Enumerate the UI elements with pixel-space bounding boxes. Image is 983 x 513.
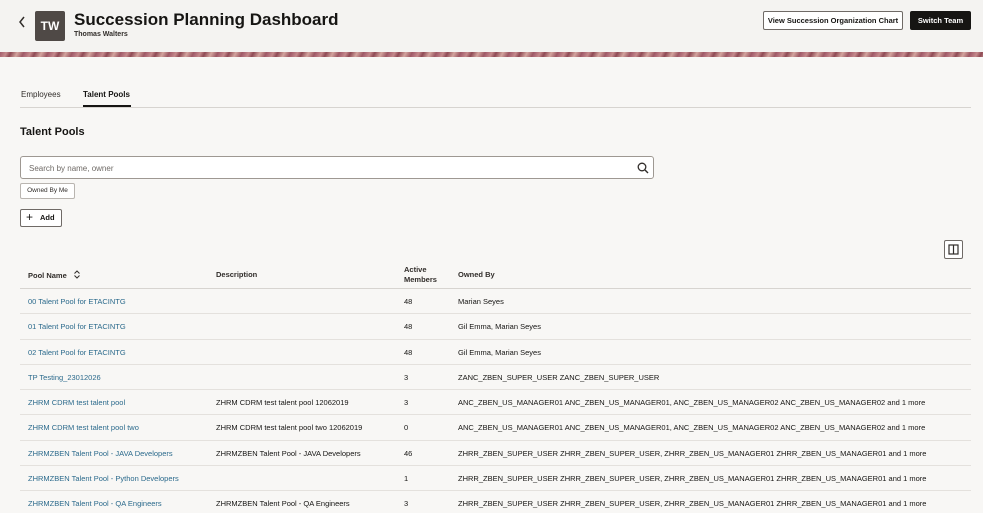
table-header: Pool Name Description Active Members Own… [20,262,971,289]
column-header-owned-by: Owned By [458,270,495,279]
sort-icon[interactable] [73,270,81,279]
column-header-active-members: Active Members [404,265,437,284]
table-row: ZHRM CDRM test talent pool two ZHRM CDRM … [20,415,971,441]
pool-name-link[interactable]: ZHRMZBEN Talent Pool - QA Engineers [28,499,162,509]
owned-by-text: ZHRR_ZBEN_SUPER_USER ZHRR_ZBEN_SUPER_USE… [458,448,927,458]
active-members-count: 1 [404,474,409,484]
active-members-count: 3 [404,372,409,382]
pool-name-link[interactable]: 02 Talent Pool for ETACINTG [28,348,126,358]
column-layout-toggle-button[interactable] [944,240,963,259]
decorative-banner [0,52,983,57]
search-icon[interactable] [636,161,650,175]
back-button[interactable] [15,12,31,30]
table-row: ZHRMZBEN Talent Pool - Python Developers… [20,466,971,492]
owned-by-text: Gil Emma, Marian Seyes [458,322,541,332]
chevron-left-icon [19,16,25,28]
page-header: TW Succession Planning Dashboard Thomas … [0,0,983,52]
pool-description: ZHRM CDRM test talent pool two 12062019 [216,423,363,433]
active-members-count: 48 [404,297,413,306]
search-input[interactable] [29,161,619,175]
table-row: 01 Talent Pool for ETACINTG 48 Gil Emma, M… [20,314,971,340]
active-members-count: 46 [404,448,413,458]
owned-by-me-filter-chip[interactable]: Owned By Me [20,183,75,199]
tab-bar: Employees Talent Pools [20,88,971,108]
view-org-chart-button[interactable]: View Succession Organization Chart [763,11,903,30]
pool-name-link[interactable]: ZHRM CDRM test talent pool two [28,423,139,433]
pool-name-link[interactable]: ZHRMZBEN Talent Pool - Python Developers [28,474,179,484]
active-members-count: 48 [404,347,413,357]
add-button-label: Add [40,213,55,222]
page-subtitle: Thomas Walters [74,31,128,38]
section-title: Talent Pools [20,126,85,138]
table-row: TP Testing_23012026 3 ZANC_ZBEN_SUPER_USER… [20,365,971,391]
table-row: 02 Talent Pool for ETACINTG 48 Gil Emma, M… [20,340,971,365]
switch-team-button[interactable]: Switch Team [910,11,971,30]
add-button[interactable]: + Add [20,209,62,227]
columns-icon [948,244,959,255]
owned-by-text: Gil Emma, Marian Seyes [458,347,541,357]
table-row: 00 Talent Pool for ETACINTG 48 Marian Seye… [20,289,971,315]
owned-by-text: ZHRR_ZBEN_SUPER_USER ZHRR_ZBEN_SUPER_USE… [458,499,927,509]
search-field[interactable] [20,156,654,179]
pool-description: ZHRMZBEN Talent Pool - QA Engineers [216,499,350,509]
owned-by-text: ANC_ZBEN_US_MANAGER01 ANC_ZBEN_US_MANAGE… [458,398,926,408]
owned-by-text: ANC_ZBEN_US_MANAGER01 ANC_ZBEN_US_MANAGE… [458,423,926,433]
pool-name-link[interactable]: 01 Talent Pool for ETACINTG [28,322,126,332]
tab-employees[interactable]: Employees [21,90,61,99]
table-row: ZHRM CDRM test talent pool ZHRM CDRM test… [20,390,971,416]
plus-icon: + [26,210,34,224]
pool-description: ZHRM CDRM test talent pool 12062019 [216,398,349,408]
avatar: TW [35,11,65,41]
active-members-count: 3 [404,499,409,509]
pool-name-link[interactable]: 00 Talent Pool for ETACINTG [28,297,126,307]
pool-name-link[interactable]: TP Testing_23012026 [28,373,101,383]
column-header-pool-name[interactable]: Pool Name [28,270,81,281]
owned-by-text: ZHRR_ZBEN_SUPER_USER ZHRR_ZBEN_SUPER_USE… [458,474,927,484]
owned-by-text: Marian Seyes [458,297,504,306]
table-row: ZHRMZBEN Talent Pool - QA Engineers ZHRMZ… [20,491,971,513]
page-title: Succession Planning Dashboard [74,10,339,29]
table-row: ZHRMZBEN Talent Pool - JAVA Developers ZH… [20,441,971,467]
active-tab-indicator [83,105,131,107]
active-members-count: 3 [404,398,409,408]
pool-description: ZHRMZBEN Talent Pool - JAVA Developers [216,448,361,458]
owned-by-text: ZANC_ZBEN_SUPER_USER ZANC_ZBEN_SUPER_USE… [458,372,660,382]
tab-talent-pools[interactable]: Talent Pools [83,90,130,99]
pool-name-link[interactable]: ZHRMZBEN Talent Pool - JAVA Developers [28,449,173,459]
pool-name-link[interactable]: ZHRM CDRM test talent pool [28,398,125,408]
active-members-count: 48 [404,322,413,332]
table-body: 00 Talent Pool for ETACINTG 48 Marian Seye… [20,289,971,513]
column-header-description: Description [216,270,258,279]
active-members-count: 0 [404,423,409,433]
talent-pools-table: Pool Name Description Active Members Own… [20,262,971,513]
